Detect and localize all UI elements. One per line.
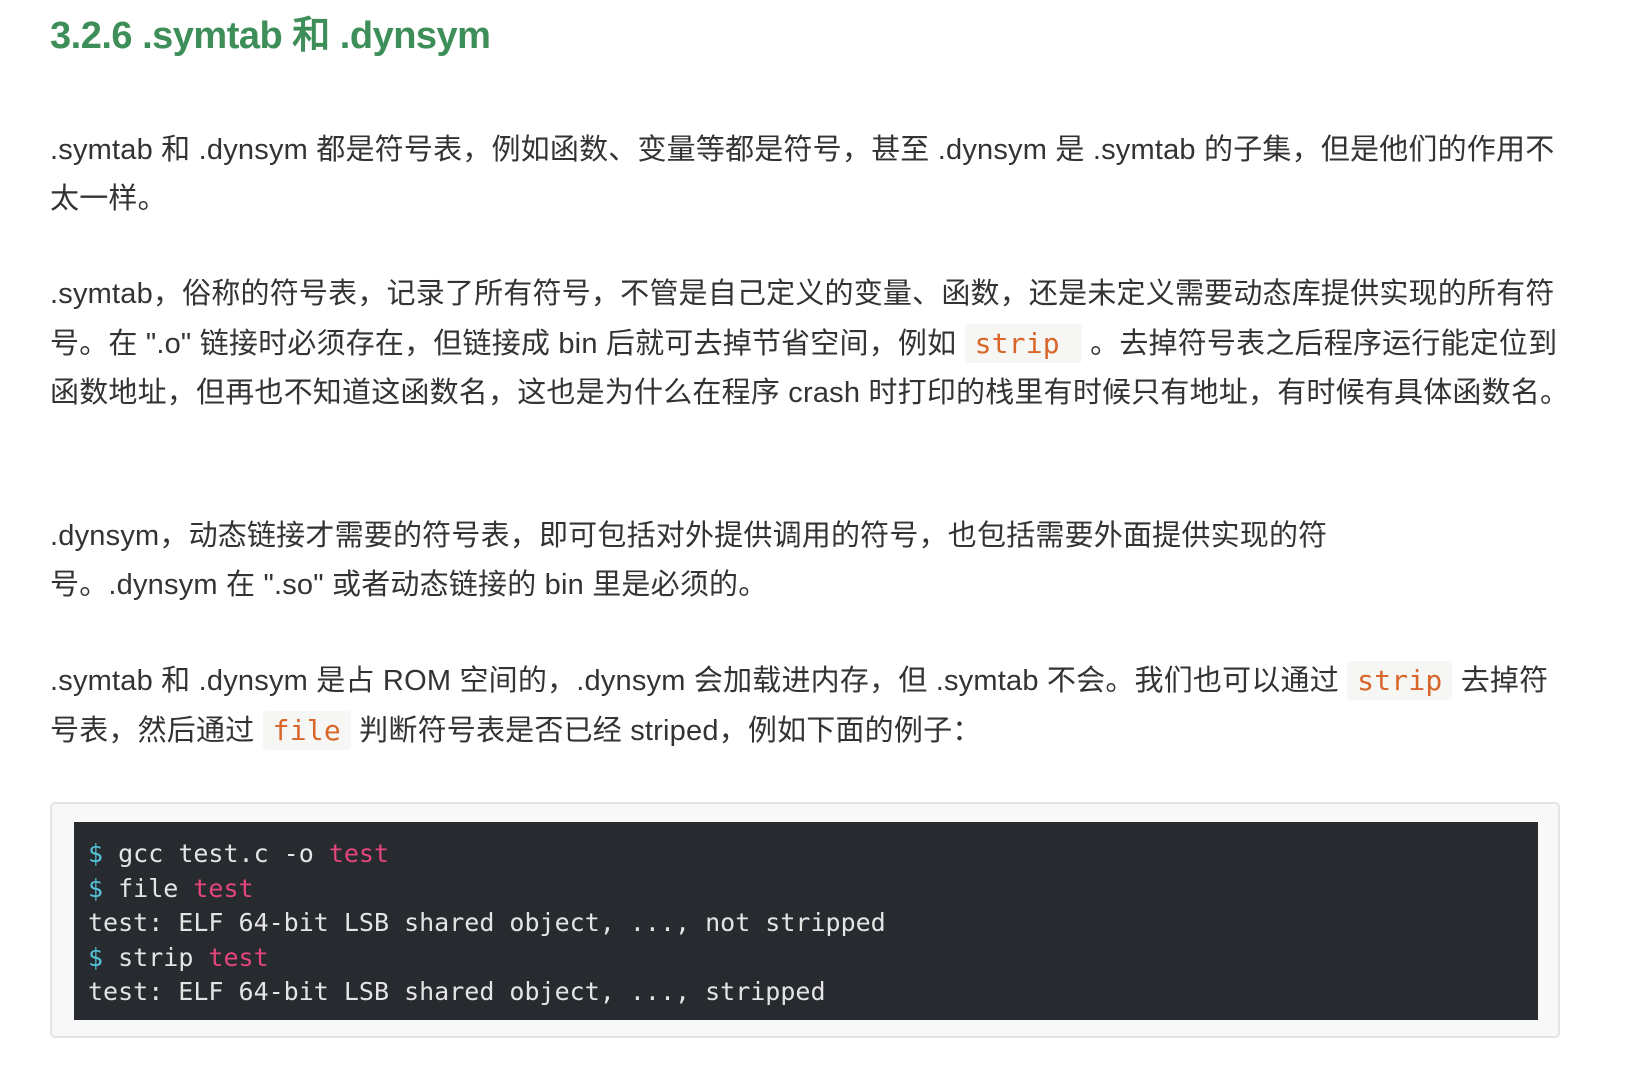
paragraph-strip-file: .symtab 和 .dynsym 是占 ROM 空间的，.dynsym 会加载… [50, 656, 1560, 756]
shell-argument: test [193, 873, 254, 903]
paragraph-text: .symtab 和 .dynsym 是占 ROM 空间的，.dynsym 会加载… [50, 665, 1348, 697]
inline-code-file: file [262, 711, 351, 750]
shell-command: gcc test.c -o [118, 839, 329, 868]
paragraph-symtab-dynsym-intro: .symtab 和 .dynsym 都是符号表，例如函数、变量等都是符号，甚至 … [50, 134, 1555, 215]
inline-code-strip: strip [964, 324, 1082, 363]
shell-prompt: $ [88, 942, 119, 972]
code-block-container: $ gcc test.c -o test $ file test test: E… [50, 802, 1560, 1038]
paragraph-symtab: .symtab，俗称的符号表，记录了所有符号，不管是自己定义的变量、函数，还是未… [50, 270, 1570, 418]
code-line: test: ELF 64-bit LSB shared object, ...,… [88, 975, 1524, 1010]
code-line: test: ELF 64-bit LSB shared object, ...,… [88, 906, 1524, 941]
shell-argument: test [208, 942, 269, 972]
article-content: 3.2.6 .symtab 和 .dynsym .symtab 和 .dynsy… [50, 0, 1590, 1038]
code-line: $ strip test [88, 941, 1524, 976]
code-block[interactable]: $ gcc test.c -o test $ file test test: E… [74, 822, 1538, 1020]
shell-command: file [118, 873, 194, 903]
paragraph-dynsym: .dynsym，动态链接才需要的符号表，即可包括对外提供调用的符号，也包括需要外… [50, 520, 1328, 601]
code-line: $ file test [88, 872, 1524, 907]
inline-code-strip: strip [1347, 661, 1453, 700]
shell-prompt: $ [88, 873, 119, 903]
shell-argument: test [328, 839, 390, 868]
section-heading: 3.2.6 .symtab 和 .dynsym [50, 15, 491, 57]
shell-command: strip [118, 942, 209, 972]
shell-output: test: ELF 64-bit LSB shared object, ...,… [88, 977, 826, 1006]
code-line: $ gcc test.c -o test [88, 837, 1524, 872]
paragraph-text: 判断符号表是否已经 striped，例如下面的例子： [350, 715, 982, 747]
shell-prompt: $ [88, 839, 119, 868]
shell-output: test: ELF 64-bit LSB shared object, ...,… [88, 908, 886, 937]
